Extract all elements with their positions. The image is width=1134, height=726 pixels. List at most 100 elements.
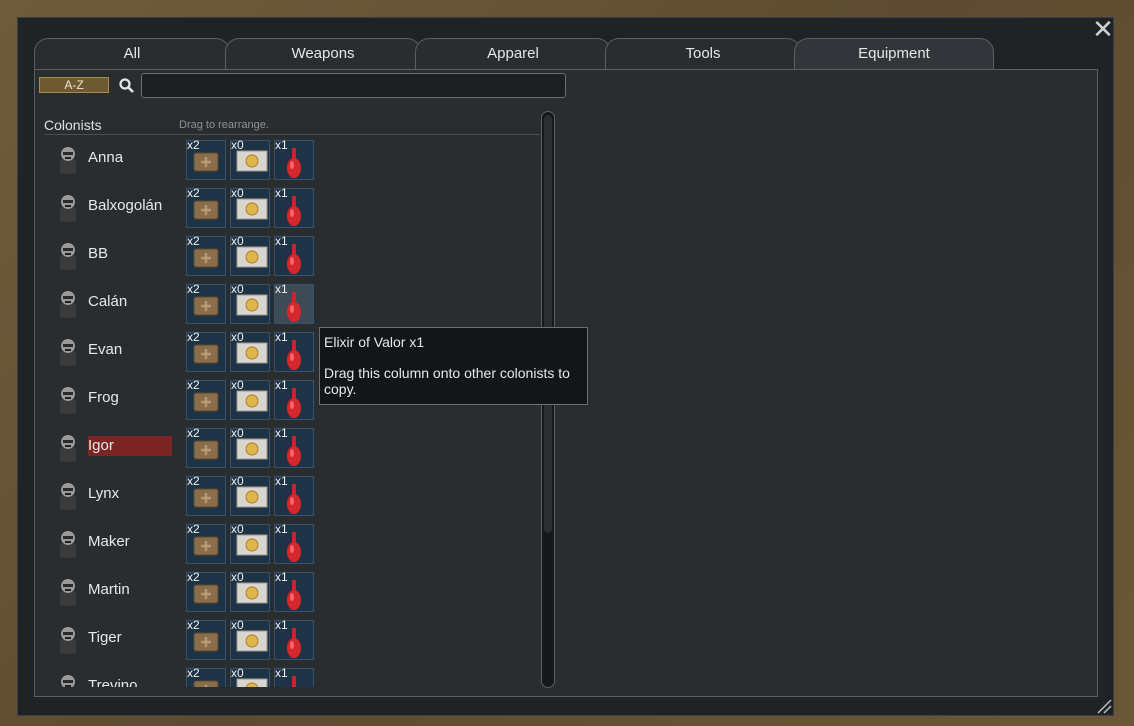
slot-count: x0	[231, 522, 244, 536]
equipment-slot[interactable]: x0	[230, 618, 270, 660]
colonist-avatar-icon	[60, 243, 76, 270]
colonist-name[interactable]: Igor	[88, 436, 172, 456]
equipment-slot[interactable]: x2	[186, 138, 226, 180]
colonist-row[interactable]: Anna x2 x0 x1	[44, 135, 540, 183]
equipment-slot[interactable]: x0	[230, 234, 270, 276]
equipment-slot[interactable]: x1	[274, 234, 314, 276]
tab-tools[interactable]: Tools	[605, 38, 801, 70]
equipment-slot[interactable]: x2	[186, 282, 226, 324]
equipment-slot[interactable]: x0	[230, 282, 270, 324]
close-icon[interactable]: ✕	[1092, 16, 1114, 42]
equipment-slot[interactable]: x1	[274, 666, 314, 687]
colonist-name[interactable]: Calán	[88, 292, 172, 312]
slot-count: x2	[187, 666, 200, 680]
equipment-slot[interactable]: x1	[274, 618, 314, 660]
equipment-slot[interactable]: x1	[274, 282, 314, 324]
tab-weapons[interactable]: Weapons	[225, 38, 421, 70]
sort-az-button[interactable]: A-Z	[39, 77, 109, 93]
search-icon	[119, 78, 134, 93]
colonist-row[interactable]: Igor x2 x0 x1	[44, 423, 540, 471]
equipment-slot[interactable]: x1	[274, 522, 314, 564]
slot-count: x2	[187, 282, 200, 296]
equipment-slot[interactable]: x2	[186, 426, 226, 468]
colonist-row[interactable]: Trevino x2 x0 x1	[44, 663, 540, 687]
slot-count: x1	[275, 378, 288, 392]
tab-apparel[interactable]: Apparel	[415, 38, 611, 70]
colonist-name[interactable]: BB	[88, 244, 172, 264]
slot-count: x2	[187, 474, 200, 488]
tab-equipment[interactable]: Equipment	[794, 38, 994, 70]
equipment-slot[interactable]: x0	[230, 666, 270, 687]
slot-count: x2	[187, 378, 200, 392]
colonist-row[interactable]: Balxogolán x2 x0 x1	[44, 183, 540, 231]
slot-count: x2	[187, 570, 200, 584]
colonist-row[interactable]: Lynx x2 x0 x1	[44, 471, 540, 519]
colonist-name[interactable]: Maker	[88, 532, 172, 552]
slot-count: x1	[275, 474, 288, 488]
equipment-slot[interactable]: x0	[230, 138, 270, 180]
slot-count: x1	[275, 330, 288, 344]
equipment-slot[interactable]: x2	[186, 234, 226, 276]
scrollbar-thumb[interactable]	[544, 115, 552, 533]
equipment-slot[interactable]: x0	[230, 426, 270, 468]
equipment-slot[interactable]: x0	[230, 474, 270, 516]
equipment-slot[interactable]: x2	[186, 522, 226, 564]
equipment-slot[interactable]: x2	[186, 570, 226, 612]
equipment-slot[interactable]: x0	[230, 522, 270, 564]
equipment-slot[interactable]: x1	[274, 138, 314, 180]
colonist-name[interactable]: Trevino	[88, 676, 172, 687]
equipment-slot[interactable]: x2	[186, 378, 226, 420]
equipment-slot[interactable]: x0	[230, 330, 270, 372]
colonist-row[interactable]: Calán x2 x0 x1	[44, 279, 540, 327]
colonist-avatar-icon	[60, 627, 76, 654]
equipment-slot[interactable]: x2	[186, 474, 226, 516]
colonist-row[interactable]: BB x2 x0 x1	[44, 231, 540, 279]
colonist-name[interactable]: Frog	[88, 388, 172, 408]
equipment-slot[interactable]: x1	[274, 426, 314, 468]
colonist-avatar-icon	[60, 483, 76, 510]
colonist-name[interactable]: Evan	[88, 340, 172, 360]
colonist-avatar-icon	[60, 291, 76, 318]
colonist-name[interactable]: Tiger	[88, 628, 172, 648]
search-input[interactable]	[141, 73, 566, 98]
equipment-slot[interactable]: x0	[230, 378, 270, 420]
equipment-slot[interactable]: x2	[186, 330, 226, 372]
equipment-slot[interactable]: x1	[274, 186, 314, 228]
colonists-header: Colonists	[44, 117, 102, 133]
colonist-row[interactable]: Maker x2 x0 x1	[44, 519, 540, 567]
slot-count: x0	[231, 330, 244, 344]
colonist-avatar-icon	[60, 339, 76, 366]
colonist-avatar-icon	[60, 579, 76, 606]
colonist-name[interactable]: Lynx	[88, 484, 172, 504]
slot-count: x0	[231, 474, 244, 488]
slot-count: x2	[187, 138, 200, 152]
colonist-row[interactable]: Martin x2 x0 x1	[44, 567, 540, 615]
equipment-slot[interactable]: x0	[230, 186, 270, 228]
slot-count: x2	[187, 426, 200, 440]
resize-handle-icon[interactable]	[1096, 698, 1112, 714]
equipment-slot[interactable]: x2	[186, 186, 226, 228]
equipment-slot[interactable]: x1	[274, 570, 314, 612]
colonist-avatar-icon	[60, 435, 76, 462]
colonist-avatar-icon	[61, 675, 75, 687]
colonist-name[interactable]: Martin	[88, 580, 172, 600]
colonist-row[interactable]: Tiger x2 x0 x1	[44, 615, 540, 663]
slot-count: x1	[275, 522, 288, 536]
slot-count: x1	[275, 186, 288, 200]
slot-count: x0	[231, 570, 244, 584]
colonist-name[interactable]: Anna	[88, 148, 172, 168]
equipment-slot[interactable]: x0	[230, 570, 270, 612]
slot-count: x0	[231, 426, 244, 440]
equipment-slot[interactable]: x2	[186, 618, 226, 660]
colonist-avatar-icon	[60, 147, 76, 174]
equipment-slot[interactable]: x2	[186, 666, 226, 687]
equipment-slot[interactable]: x1	[274, 474, 314, 516]
equipment-slot[interactable]: x1	[274, 330, 314, 372]
colonist-list: Anna x2 x0 x1 Balxogolán x2 x0 x1 BB x2 x0 x1 Calán x…	[44, 135, 540, 687]
equipment-slot[interactable]: x1	[274, 378, 314, 420]
colonist-avatar-icon	[60, 387, 76, 414]
slot-count: x1	[275, 426, 288, 440]
tab-all[interactable]: All	[34, 38, 230, 70]
colonist-name[interactable]: Balxogolán	[88, 196, 172, 216]
slot-count: x0	[231, 282, 244, 296]
